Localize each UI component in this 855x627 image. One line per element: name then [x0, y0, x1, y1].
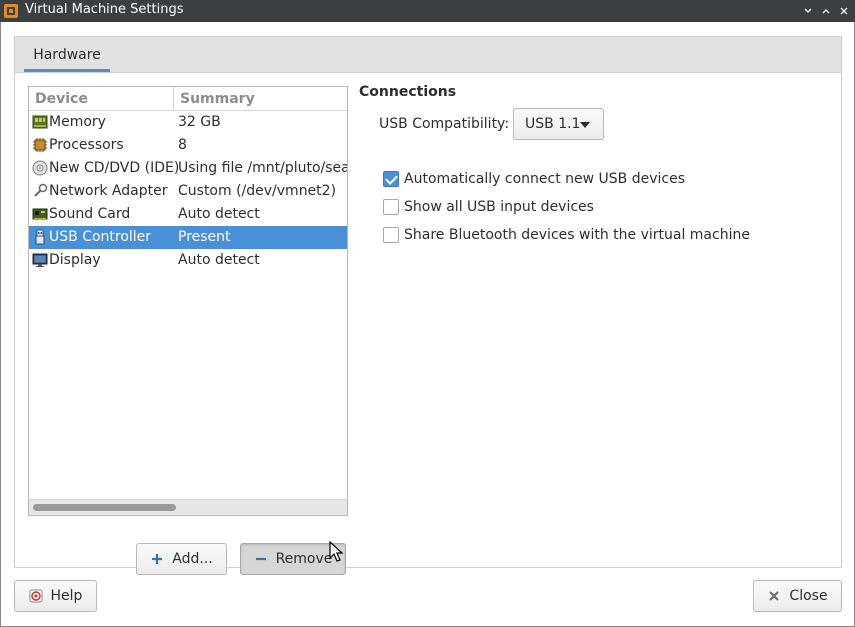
show-usb-input-option[interactable]: Show all USB input devices: [383, 198, 594, 216]
tab-strip: Hardware: [14, 36, 842, 72]
hardware-panel: Device Summary Memory 32 GB Processors 8…: [14, 72, 842, 575]
sound-card-icon: [32, 208, 48, 220]
device-row-processors[interactable]: Processors 8: [29, 134, 347, 157]
show-usb-input-checkbox[interactable]: [383, 199, 399, 215]
close-button[interactable]: Close: [753, 580, 842, 612]
caret-down-icon: [580, 122, 590, 128]
device-summary: Using file /mnt/pluto/seagate: [178, 160, 347, 176]
share-bluetooth-checkbox[interactable]: [383, 227, 399, 243]
mouse-cursor-icon: [329, 541, 343, 562]
device-list[interactable]: Device Summary Memory 32 GB Processors 8…: [28, 86, 348, 516]
column-header-device[interactable]: Device: [29, 87, 174, 111]
device-name: Processors: [49, 137, 124, 153]
auto-connect-usb-label: Automatically connect new USB devices: [404, 171, 686, 187]
device-name: Display: [49, 252, 101, 268]
minus-icon: [254, 552, 268, 566]
share-bluetooth-option[interactable]: Share Bluetooth devices with the virtual…: [383, 226, 750, 244]
auto-connect-usb-option[interactable]: Automatically connect new USB devices: [383, 170, 685, 188]
device-summary: Custom (/dev/vmnet2): [178, 183, 337, 199]
show-usb-input-label: Show all USB input devices: [404, 199, 594, 215]
device-name: Sound Card: [49, 206, 131, 222]
cd-dvd-icon: [32, 160, 48, 176]
close-icon: [767, 589, 781, 603]
device-summary: 32 GB: [178, 114, 221, 130]
maximize-icon[interactable]: [818, 3, 834, 19]
share-bluetooth-label: Share Bluetooth devices with the virtual…: [404, 227, 750, 243]
device-summary: Present: [178, 229, 231, 245]
memory-icon: [32, 115, 48, 129]
scrollbar-thumb[interactable]: [33, 504, 176, 511]
device-name: New CD/DVD (IDE): [49, 160, 180, 176]
usb-icon: [35, 229, 45, 245]
device-row-display[interactable]: Display Auto detect: [29, 249, 347, 272]
display-icon: [32, 253, 48, 267]
device-row-usb-controller[interactable]: USB Controller Present: [29, 226, 347, 249]
add-device-button[interactable]: Add...: [136, 543, 227, 575]
close-button-label: Close: [789, 588, 828, 604]
add-button-label: Add...: [172, 551, 213, 567]
help-icon: [29, 589, 43, 603]
vmware-app-icon: [4, 4, 18, 18]
list-header: Device Summary: [29, 87, 347, 111]
remove-button-label: Remove: [275, 551, 333, 567]
device-summary: 8: [178, 137, 187, 153]
close-window-icon[interactable]: [836, 3, 852, 19]
device-row-cd-dvd[interactable]: New CD/DVD (IDE) Using file /mnt/pluto/s…: [29, 157, 347, 180]
title-bar: Virtual Machine Settings: [0, 0, 855, 22]
window-title: Virtual Machine Settings: [25, 2, 184, 17]
horizontal-scrollbar[interactable]: [29, 499, 347, 515]
usb-compatibility-value: USB 1.1: [525, 116, 581, 132]
help-button-label: Help: [50, 588, 83, 604]
device-summary: Auto detect: [178, 206, 260, 222]
minimize-icon[interactable]: [800, 3, 816, 19]
tab-hardware[interactable]: Hardware: [24, 37, 110, 73]
device-name: Network Adapter: [49, 183, 168, 199]
plus-icon: [150, 552, 164, 566]
device-row-memory[interactable]: Memory 32 GB: [29, 111, 347, 134]
usb-compatibility-label: USB Compatibility:: [379, 116, 510, 132]
column-header-summary[interactable]: Summary: [174, 87, 347, 111]
device-row-sound-card[interactable]: Sound Card Auto detect: [29, 203, 347, 226]
connections-heading: Connections: [359, 84, 457, 100]
device-row-network-adapter[interactable]: Network Adapter Custom (/dev/vmnet2): [29, 180, 347, 203]
device-name: Memory: [49, 114, 106, 130]
dialog-window: Hardware Device Summary Memory 32 GB Pro…: [0, 22, 855, 627]
auto-connect-usb-checkbox[interactable]: [383, 171, 399, 187]
usb-compatibility-dropdown[interactable]: USB 1.1: [513, 108, 604, 140]
network-adapter-icon: [34, 183, 48, 197]
help-button[interactable]: Help: [14, 580, 97, 612]
processor-icon: [33, 138, 47, 152]
device-summary: Auto detect: [178, 252, 260, 268]
device-name: USB Controller: [49, 229, 152, 245]
